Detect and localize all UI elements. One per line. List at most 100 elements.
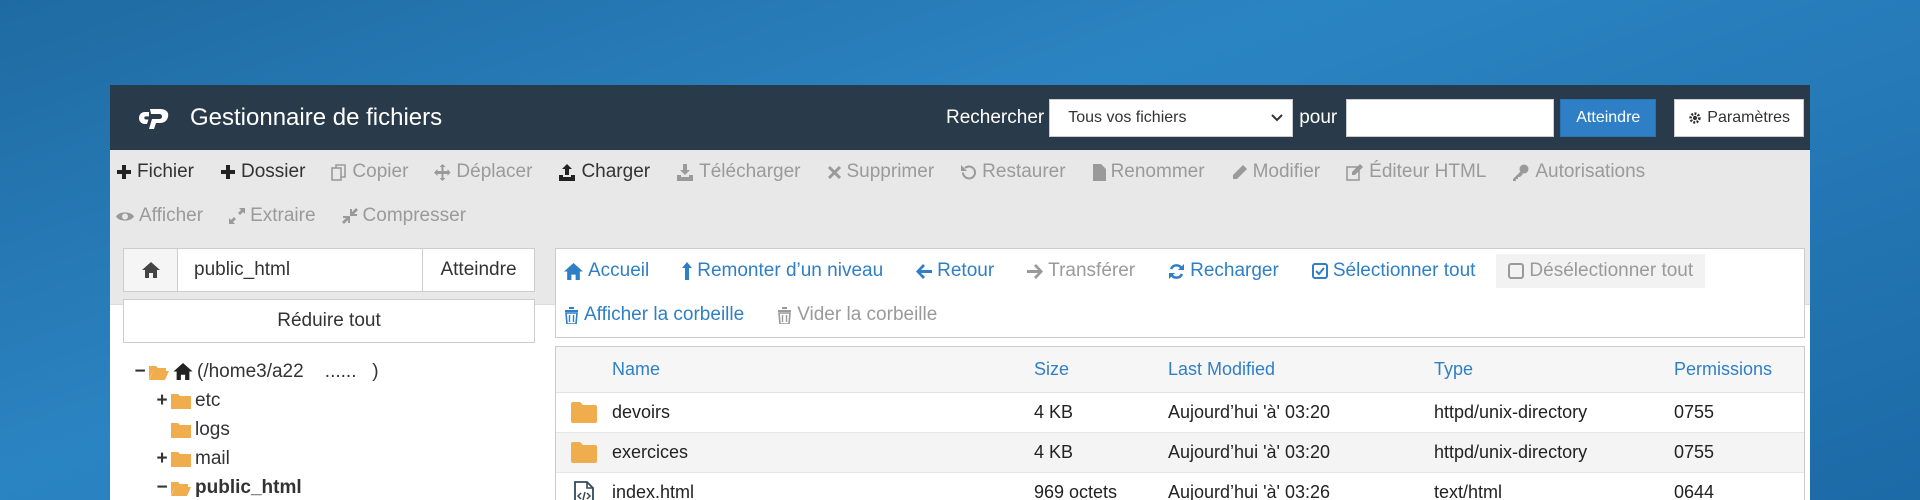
collapse-toggle[interactable]: − xyxy=(133,361,147,383)
arrow-right-icon xyxy=(1027,263,1044,279)
deselect-all-button[interactable]: Désélectionner tout xyxy=(1496,254,1706,288)
check-square-icon xyxy=(1311,263,1328,279)
edit-button[interactable]: Modifier xyxy=(1231,161,1321,183)
empty-trash-label: Vider la corbeille xyxy=(797,304,938,325)
copy-icon xyxy=(331,163,347,181)
rename-button[interactable]: Renommer xyxy=(1092,161,1205,183)
column-header-type[interactable]: Type xyxy=(1434,359,1674,380)
row-icon-cell xyxy=(556,442,612,463)
empty-trash-button[interactable]: Vider la corbeille xyxy=(777,304,937,326)
new-file-label: Fichier xyxy=(137,161,195,182)
view-trash-button[interactable]: Afficher la corbeille xyxy=(564,304,744,326)
edit-label: Modifier xyxy=(1252,161,1321,182)
path-go-button[interactable]: Atteindre xyxy=(422,249,534,291)
new-folder-button[interactable]: Dossier xyxy=(220,161,305,183)
key-icon xyxy=(1513,164,1529,181)
file-name: exercices xyxy=(612,442,689,462)
file-size: 4 KB xyxy=(1034,442,1074,462)
file-type: httpd/unix-directory xyxy=(1434,402,1588,422)
table-row[interactable]: exercices 4 KB Aujourd’hui 'à' 03:20 htt… xyxy=(556,433,1804,473)
tree-item-etc[interactable]: + etc xyxy=(123,386,535,415)
settings-button[interactable]: Paramètres xyxy=(1674,99,1804,137)
home-button[interactable]: Accueil xyxy=(564,260,649,282)
download-button[interactable]: Télécharger xyxy=(676,161,801,183)
pencil-icon xyxy=(1232,164,1247,179)
compress-button[interactable]: Compresser xyxy=(341,205,467,227)
select-all-label: Sélectionner tout xyxy=(1332,260,1476,281)
trash-icon xyxy=(778,306,792,324)
tree-root[interactable]: − (/home3/a22 ...... ) xyxy=(123,357,535,386)
upload-label: Charger xyxy=(581,161,651,182)
upload-button[interactable]: Charger xyxy=(558,161,650,183)
tree-item-mail[interactable]: + mail xyxy=(123,444,535,473)
compress-label: Compresser xyxy=(362,205,467,226)
html-editor-button[interactable]: Éditeur HTML xyxy=(1346,161,1486,183)
expand-toggle[interactable]: + xyxy=(155,448,169,470)
file-manager-window: Gestionnaire de fichiers Rechercher Tous… xyxy=(110,85,1810,500)
file-name: index.html xyxy=(612,482,695,500)
up-one-level-button[interactable]: Remonter d’un niveau xyxy=(682,260,883,282)
search-scope-value: Tous vos fichiers xyxy=(1068,109,1187,126)
column-header-name[interactable]: Name xyxy=(612,359,1034,380)
delete-label: Supprimer xyxy=(846,161,935,182)
forward-button[interactable]: Transférer xyxy=(1027,260,1135,282)
collapse-toggle[interactable]: − xyxy=(155,477,169,499)
select-all-button[interactable]: Sélectionner tout xyxy=(1311,260,1476,282)
home-icon xyxy=(141,262,160,278)
column-header-size[interactable]: Size xyxy=(1034,359,1168,380)
path-bar: public_html Atteindre xyxy=(123,248,535,292)
copy-button[interactable]: Copier xyxy=(331,161,408,183)
table-row[interactable]: index.html 969 octets Aujourd’hui 'à' 03… xyxy=(556,473,1804,500)
refresh-icon xyxy=(1169,263,1185,279)
tree-item-label: logs xyxy=(195,418,230,440)
file-listing-panel: Accueil Remonter d’un niveau Retour Tran… xyxy=(555,248,1805,500)
view-button[interactable]: Afficher xyxy=(116,205,203,227)
table-row[interactable]: devoirs 4 KB Aujourd’hui 'à' 03:20 httpd… xyxy=(556,393,1804,433)
edit-icon xyxy=(1346,163,1364,181)
times-icon xyxy=(827,165,841,179)
view-label: Afficher xyxy=(139,205,204,226)
navigation-actions: Accueil Remonter d’un niveau Retour Tran… xyxy=(555,248,1805,338)
view-trash-label: Afficher la corbeille xyxy=(584,304,745,325)
search-go-button[interactable]: Atteindre xyxy=(1560,99,1657,137)
plus-icon xyxy=(221,165,236,179)
tree-item-label: mail xyxy=(195,447,230,469)
new-file-button[interactable]: Fichier xyxy=(116,161,194,183)
upload-icon xyxy=(559,163,576,181)
restore-button[interactable]: Restaurer xyxy=(960,161,1066,183)
settings-label: Paramètres xyxy=(1707,109,1790,126)
file-permissions: 0755 xyxy=(1674,402,1715,422)
column-header-permissions[interactable]: Permissions xyxy=(1674,359,1774,380)
tree-item-public-html[interactable]: − public_html xyxy=(123,473,535,500)
permissions-button[interactable]: Autorisations xyxy=(1512,161,1645,183)
directory-panel: public_html Atteindre Réduire tout − (/h… xyxy=(123,248,535,500)
folder-icon xyxy=(171,393,191,409)
top-bar: Gestionnaire de fichiers Rechercher Tous… xyxy=(110,85,1810,150)
undo-icon xyxy=(961,164,977,179)
expand-toggle[interactable]: + xyxy=(155,390,169,412)
path-input[interactable]: public_html xyxy=(178,249,422,291)
download-label: Télécharger xyxy=(699,161,801,182)
back-button[interactable]: Retour xyxy=(916,260,994,282)
gear-icon xyxy=(1689,112,1701,124)
column-header-modified[interactable]: Last Modified xyxy=(1168,359,1434,380)
file-permissions: 0755 xyxy=(1674,442,1715,462)
file-name: devoirs xyxy=(612,402,671,422)
tree-item-logs[interactable]: logs xyxy=(123,415,535,444)
search-scope-select[interactable]: Tous vos fichiers xyxy=(1049,99,1294,137)
forward-label: Transférer xyxy=(1048,260,1136,281)
extract-label: Extraire xyxy=(250,205,316,226)
table-header: Name Size Last Modified Type Permissions xyxy=(556,347,1804,393)
home-label: Accueil xyxy=(588,260,650,281)
file-permissions: 0644 xyxy=(1674,482,1715,500)
extract-button[interactable]: Extraire xyxy=(229,205,316,227)
delete-button[interactable]: Supprimer xyxy=(827,161,935,183)
collapse-all-button[interactable]: Réduire tout xyxy=(123,299,535,343)
folder-open-icon xyxy=(149,365,169,380)
search-input[interactable] xyxy=(1346,99,1555,137)
move-button[interactable]: Déplacer xyxy=(434,161,532,183)
row-icon-cell xyxy=(556,480,612,500)
file-type: text/html xyxy=(1434,482,1503,500)
reload-button[interactable]: Recharger xyxy=(1168,260,1279,282)
home-path-button[interactable] xyxy=(124,249,178,291)
